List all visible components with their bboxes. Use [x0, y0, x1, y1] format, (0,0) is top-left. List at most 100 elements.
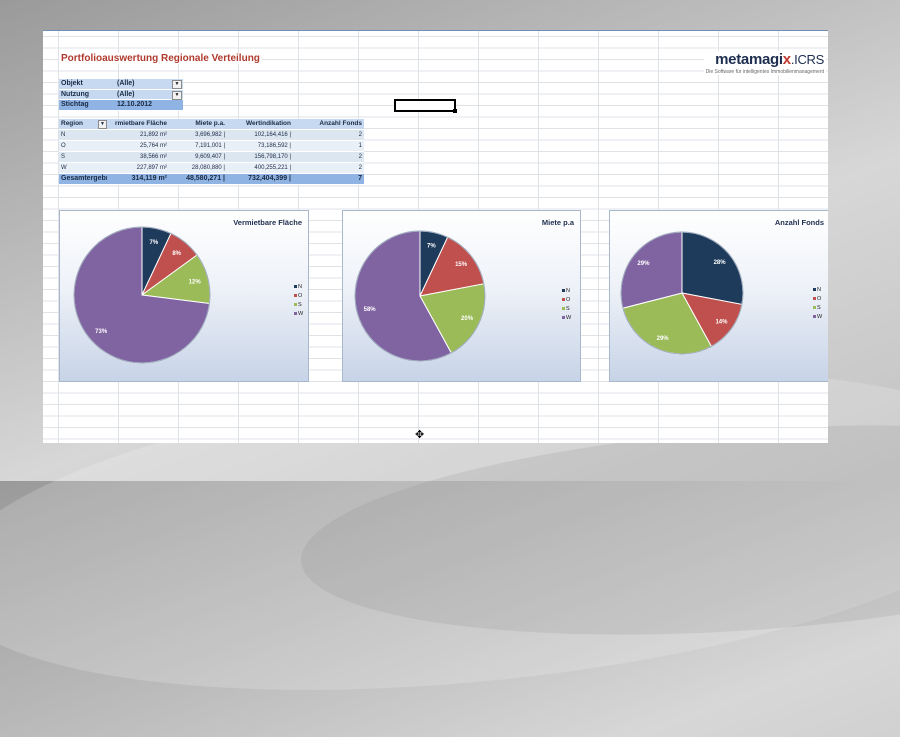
legend-item-o: O: [294, 292, 303, 301]
pie-data-label: 29%: [657, 336, 670, 342]
legend-swatch: [294, 294, 297, 298]
legend-label: S: [298, 302, 302, 308]
legend-item-s: S: [562, 305, 571, 314]
cell-wert: 156,798,170 |: [254, 154, 291, 160]
selected-cell[interactable]: [394, 99, 457, 113]
legend-label: W: [817, 314, 823, 320]
pie-plot: 7% 15% 20% 58%: [354, 230, 486, 362]
legend-swatch: [294, 285, 297, 289]
pivot-header-row: Region ▼ rmietbare Fläche Miete p.a. Wert…: [59, 119, 364, 130]
legend-swatch: [813, 297, 816, 301]
table-total-row[interactable]: Gesamtergebni 314,119 m² 48,580,271 | 73…: [59, 174, 364, 185]
filter-row-stichtag[interactable]: Stichtag 12.10.2012: [59, 100, 183, 111]
legend-label: N: [566, 288, 570, 294]
spreadsheet[interactable]: Portfolioauswertung Regionale Verteilung…: [43, 30, 828, 443]
fill-handle[interactable]: [453, 109, 457, 113]
pie-data-label: 20%: [461, 316, 474, 322]
logo-subtitle: Die Software für intelligentes Immobilie…: [705, 69, 824, 75]
legend-item-s: S: [294, 301, 303, 310]
filter-row-objekt[interactable]: Objekt (Alle) ▼: [59, 79, 183, 90]
filter-label: Objekt: [61, 80, 83, 87]
cell-wert: 102,164,416 |: [254, 132, 291, 138]
dropdown-arrow-icon[interactable]: ▼: [172, 80, 182, 89]
dropdown-arrow-icon[interactable]: ▼: [98, 120, 107, 129]
legend-item-o: O: [813, 295, 822, 304]
cell-flaeche: 21,892 m²: [139, 132, 167, 138]
legend-label: N: [817, 287, 821, 293]
legend-item-w: W: [294, 310, 303, 319]
filter-value: (Alle): [117, 80, 135, 87]
legend-swatch: [813, 288, 816, 292]
chart-legend: NOSW: [562, 287, 571, 323]
legend-item-n: N: [294, 283, 303, 292]
legend-swatch: [562, 316, 565, 320]
cell-fonds: 2: [358, 132, 362, 138]
logo-part-b: .ICRS: [790, 52, 824, 67]
legend-swatch: [813, 306, 816, 310]
pie-data-label: 8%: [172, 251, 181, 257]
legend-item-w: W: [562, 314, 571, 323]
cell-wert: 400,255,221 |: [254, 165, 291, 171]
legend-item-s: S: [813, 304, 822, 313]
company-logo: metamagix.ICRS Die Software für intellig…: [703, 51, 826, 75]
pie-chart-flaeche[interactable]: 7% 8% 12% 73% Vermietbare Fläche NOSW: [59, 210, 309, 382]
filter-label: Nutzung: [61, 90, 89, 98]
cell-fonds: 2: [358, 154, 362, 160]
pie-data-label: 7%: [427, 243, 436, 249]
pie-data-label: 14%: [715, 320, 728, 326]
legend-swatch: [562, 307, 565, 311]
legend-label: O: [817, 296, 822, 302]
pie-chart-fonds[interactable]: 28% 14% 29% 29% Anzahl Fonds NOSW: [609, 210, 828, 382]
cell-miete: 28,080,880 |: [191, 165, 225, 171]
pie-slice-n[interactable]: [681, 231, 744, 306]
cell-region: N: [61, 132, 66, 138]
cell-flaeche: 25,764 m²: [139, 143, 167, 149]
cell-miete: 7,191,001 |: [195, 143, 225, 149]
cell-total-miete: 48,580,271 |: [186, 175, 225, 182]
table-row[interactable]: W 227,897 m² 28,080,880 | 400,255,221 | …: [59, 163, 364, 174]
cell-wert: 73,186,592 |: [257, 143, 291, 149]
cell-region: S: [61, 154, 66, 160]
table-row[interactable]: O 25,764 m² 7,191,001 | 73,186,592 | 1: [59, 141, 364, 152]
pie-data-label: 29%: [637, 261, 650, 267]
legend-label: O: [298, 293, 303, 299]
header-flaeche: rmietbare Fläche: [114, 120, 167, 127]
pie-data-label: 73%: [95, 329, 108, 335]
chart-title: Miete p.a: [541, 218, 574, 227]
cell-total-flaeche: 314,119 m²: [131, 175, 167, 182]
chart-title: Anzahl Fonds: [774, 218, 824, 227]
pie-data-label: 15%: [455, 262, 468, 268]
legend-item-w: W: [813, 313, 822, 322]
cell-fonds: 2: [358, 165, 362, 171]
dropdown-arrow-icon[interactable]: ▼: [172, 90, 182, 100]
logo-part-x: x: [782, 51, 791, 68]
legend-swatch: [294, 312, 297, 316]
cell-flaeche: 38,566 m²: [139, 154, 167, 160]
cell-miete: 9,609,407 |: [195, 154, 225, 160]
header-wert: Wertindikation: [245, 120, 291, 127]
cell-miete: 3,696,982 |: [195, 132, 225, 138]
legend-item-n: N: [562, 287, 571, 296]
filter-row-nutzung[interactable]: Nutzung (Alle) ▼: [59, 89, 183, 100]
cell-total-fonds: 7: [358, 175, 362, 182]
pie-data-label: 7%: [150, 240, 159, 246]
legend-label: O: [566, 297, 571, 303]
pie-data-label: 12%: [189, 279, 202, 285]
table-row[interactable]: N 21,892 m² 3,696,982 | 102,164,416 | 2: [59, 130, 364, 141]
pie-plot: 28% 14% 29% 29%: [620, 231, 744, 355]
legend-swatch: [294, 303, 297, 307]
pie-data-label: 28%: [714, 260, 727, 266]
logo-wordmark: metamagix.ICRS: [706, 51, 824, 68]
legend-label: S: [566, 306, 570, 312]
logo-part-a: metamagi: [715, 51, 783, 68]
cell-total-wert: 732,404,399 |: [248, 175, 291, 182]
legend-label: W: [566, 315, 572, 321]
cell-total-label: Gesamtergebni: [61, 175, 107, 182]
filter-value: (Alle): [117, 90, 135, 98]
cell-region: O: [61, 143, 66, 149]
pie-chart-miete[interactable]: 7% 15% 20% 58% Miete p.a NOSW: [342, 210, 581, 382]
header-region[interactable]: Region ▼: [59, 119, 107, 129]
legend-swatch: [813, 315, 816, 319]
table-row[interactable]: S 38,566 m² 9,609,407 | 156,798,170 | 2: [59, 152, 364, 163]
move-cursor-icon: ✥: [415, 429, 425, 441]
